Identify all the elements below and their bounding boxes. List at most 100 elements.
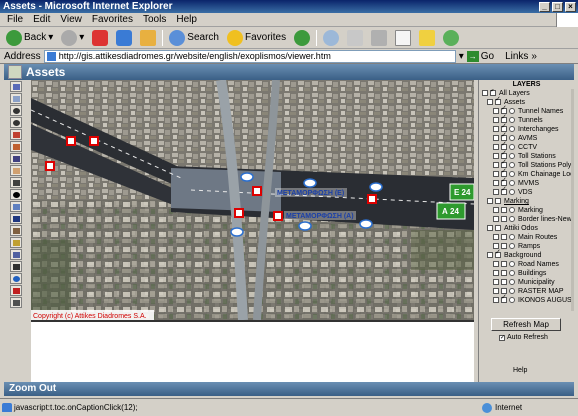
refresh-map-button[interactable]: Refresh Map xyxy=(491,318,561,331)
query-tool[interactable] xyxy=(10,261,22,272)
identify-tool[interactable] xyxy=(10,189,22,200)
layer-visibility-toggle[interactable] xyxy=(487,225,493,231)
layer-visibility-toggle[interactable] xyxy=(487,99,493,105)
layer-visibility-toggle[interactable] xyxy=(493,171,499,177)
camera-marker[interactable] xyxy=(230,227,244,237)
layer-item[interactable]: Municipality xyxy=(481,278,572,287)
print-tool[interactable] xyxy=(10,297,22,308)
layer-visibility-toggle[interactable] xyxy=(493,279,499,285)
asset-marker[interactable] xyxy=(234,208,244,218)
layer-visibility-toggle[interactable] xyxy=(493,126,499,132)
layer-visibility-toggle[interactable] xyxy=(493,261,499,267)
layer-checkbox[interactable] xyxy=(495,225,501,231)
layer-item[interactable]: MVMS xyxy=(481,177,572,188)
layer-item[interactable]: Tunnels xyxy=(481,114,572,125)
edit-button[interactable] xyxy=(393,29,413,47)
layer-item[interactable]: Buildings xyxy=(481,269,572,278)
layer-item[interactable]: Background xyxy=(481,249,572,260)
layer-visibility-toggle[interactable] xyxy=(493,234,499,240)
layer-item[interactable]: AVMS xyxy=(481,132,572,143)
mail-button[interactable] xyxy=(345,29,365,47)
history-button[interactable] xyxy=(321,29,341,47)
asset-marker[interactable] xyxy=(66,136,76,146)
asset-marker[interactable] xyxy=(273,211,283,221)
menu-help[interactable]: Help xyxy=(176,13,197,26)
layer-item[interactable]: VDS xyxy=(481,186,572,197)
layer-checkbox[interactable] xyxy=(495,249,501,258)
layer-visibility-toggle[interactable] xyxy=(487,198,493,204)
layer-checkbox[interactable] xyxy=(501,270,507,276)
forward-button[interactable]: ▾ xyxy=(59,29,86,47)
minimize-button[interactable]: _ xyxy=(539,1,550,12)
measure-tool[interactable] xyxy=(10,225,22,236)
layer-visibility-toggle[interactable] xyxy=(493,108,499,114)
select-tool[interactable] xyxy=(10,237,22,248)
pan-direction-tool[interactable] xyxy=(10,177,22,188)
links-button[interactable]: Links xyxy=(505,51,528,62)
layer-checkbox[interactable] xyxy=(501,294,507,303)
go-button[interactable]: → Go xyxy=(466,50,494,62)
zoom-full-tool[interactable] xyxy=(10,129,22,140)
menu-file[interactable]: File xyxy=(7,13,23,26)
camera-marker[interactable] xyxy=(240,172,254,182)
layer-item[interactable]: Marking xyxy=(481,206,572,215)
map-view[interactable]: ΜΕΤΑΜΟΡΦΩΣΗ (Ε) ΜΕΤΑΜΟΡΦΩΣΗ (Α) Ε 24 Α 2… xyxy=(31,80,474,320)
stop-button[interactable] xyxy=(90,29,110,47)
menu-favorites[interactable]: Favorites xyxy=(92,13,133,26)
links-chevron-icon[interactable]: » xyxy=(531,51,537,62)
layer-item[interactable]: Km Chainage Loca xyxy=(481,168,572,179)
zoom-last-tool[interactable] xyxy=(10,153,22,164)
discuss-button[interactable] xyxy=(417,29,437,47)
menu-edit[interactable]: Edit xyxy=(33,13,50,26)
close-button[interactable]: × xyxy=(565,1,576,12)
camera-marker[interactable] xyxy=(298,221,312,231)
layer-item[interactable]: Border lines-New 2 xyxy=(481,215,572,224)
layer-visibility-toggle[interactable] xyxy=(487,252,493,258)
camera-marker[interactable] xyxy=(359,219,373,229)
address-dropdown-icon[interactable]: ▾ xyxy=(459,51,464,62)
layer-item[interactable]: Toll Stations Polyg xyxy=(481,159,572,170)
layer-visibility-toggle[interactable] xyxy=(482,90,488,96)
favorites-button[interactable]: Favorites xyxy=(225,29,288,47)
layer-checkbox[interactable] xyxy=(501,186,507,195)
layer-visibility-toggle[interactable] xyxy=(493,144,499,150)
zoom-in-tool[interactable] xyxy=(10,105,22,116)
find-tool[interactable] xyxy=(10,213,22,224)
home-button[interactable] xyxy=(138,29,158,47)
pan-tool[interactable] xyxy=(10,165,22,176)
menu-view[interactable]: View xyxy=(60,13,82,26)
layers-scrollbar[interactable] xyxy=(571,89,574,311)
layer-item[interactable]: Interchanges xyxy=(481,123,572,134)
layer-item[interactable]: Road Names xyxy=(481,260,572,269)
hyperlink-tool[interactable] xyxy=(10,201,22,212)
layer-visibility-toggle[interactable] xyxy=(493,270,499,276)
layer-visibility-toggle[interactable] xyxy=(493,207,499,213)
menu-tools[interactable]: Tools xyxy=(143,13,166,26)
maximize-button[interactable]: □ xyxy=(552,1,563,12)
legend-tool[interactable] xyxy=(10,81,22,92)
layer-checkbox[interactable] xyxy=(501,261,507,267)
layer-item[interactable]: Marking xyxy=(481,197,572,206)
search-button[interactable]: Search xyxy=(167,29,221,47)
back-button[interactable]: Back ▾ xyxy=(4,29,55,47)
zoom-active-tool[interactable] xyxy=(10,141,22,152)
layer-item[interactable]: CCTV xyxy=(481,141,572,152)
layer-item[interactable]: Tunnel Names xyxy=(481,105,572,116)
layer-visibility-toggle[interactable] xyxy=(493,162,499,168)
layer-visibility-toggle[interactable] xyxy=(493,180,499,186)
layer-item[interactable]: RASTER MAP xyxy=(481,287,572,296)
layer-item[interactable]: Main Routes xyxy=(481,233,572,242)
layer-checkbox[interactable] xyxy=(501,279,507,285)
asset-marker[interactable] xyxy=(252,186,262,196)
layer-item[interactable]: Toll Stations xyxy=(481,150,572,161)
asset-marker[interactable] xyxy=(367,194,377,204)
refresh-button[interactable] xyxy=(114,29,134,47)
asset-marker[interactable] xyxy=(45,161,55,171)
layer-item[interactable]: IKONOS AUGUST xyxy=(481,294,572,305)
layer-visibility-toggle[interactable] xyxy=(493,189,499,195)
media-button[interactable] xyxy=(292,29,312,47)
messenger-button[interactable] xyxy=(441,29,461,47)
camera-marker[interactable] xyxy=(303,178,317,188)
layer-checkbox[interactable] xyxy=(501,216,507,222)
clear-selection-tool[interactable] xyxy=(10,285,22,296)
